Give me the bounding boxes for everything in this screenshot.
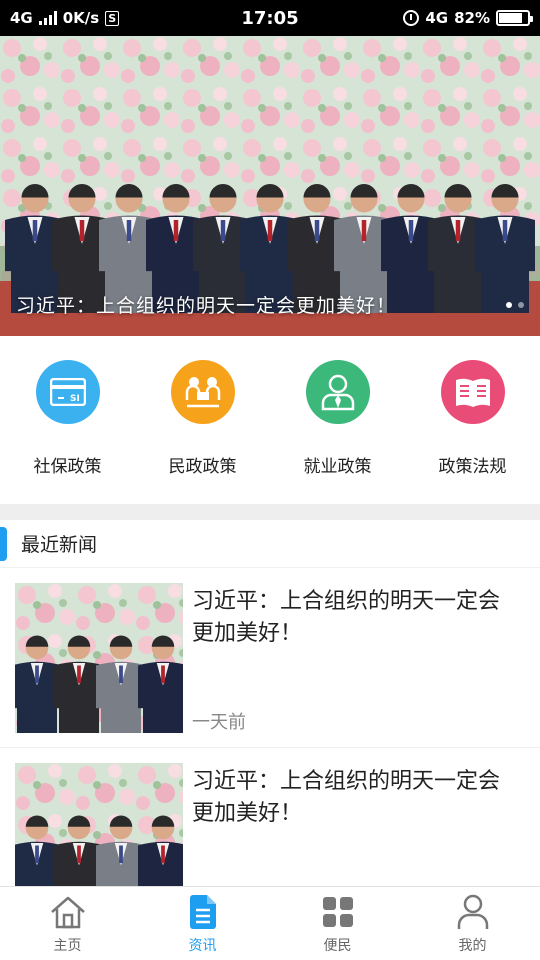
signal-icon	[38, 11, 57, 25]
tab-label: 资讯	[188, 938, 217, 954]
category-label: 就业政策	[303, 457, 372, 477]
news-title: 习近平：上合组织的明天一定会更加美好！	[192, 769, 501, 826]
battery-icon	[496, 10, 533, 26]
bottom-tab-bar: 主页 资讯 便民 我的	[0, 886, 540, 960]
employee-icon	[305, 360, 370, 424]
meeting-people-icon	[170, 360, 235, 424]
news-timestamp: 一天前	[192, 712, 246, 733]
section-divider	[0, 504, 540, 520]
user-icon	[453, 893, 493, 931]
carousel-indicator	[506, 302, 524, 308]
battery-percent: 82%	[454, 9, 490, 27]
carousel-dot[interactable]	[506, 302, 512, 308]
banner-caption[interactable]: 习近平：上合组织的明天一定会更加美好！	[16, 291, 396, 318]
news-thumbnail	[15, 583, 183, 733]
tab-label: 我的	[458, 938, 487, 954]
category-label: 社保政策	[33, 457, 102, 477]
category-policy-regulations[interactable]: 政策法规	[405, 336, 540, 504]
category-social-security[interactable]: SI 社保政策	[0, 336, 135, 504]
grid-apps-icon	[318, 893, 358, 931]
status-bar: 4G 0K/s S 17:05 4G 82%	[0, 0, 540, 36]
news-section-title: 最近新闻	[21, 534, 98, 556]
category-label: 政策法规	[438, 457, 507, 477]
network-type: 4G	[10, 9, 33, 27]
category-employment[interactable]: 就业政策	[270, 336, 405, 504]
news-section-header: 最近新闻	[0, 520, 540, 568]
news-list-item[interactable]: 习近平：上合组织的明天一定会更加美好！ 一天前	[0, 568, 540, 748]
home-icon	[48, 893, 88, 931]
network-speed: 0K/s	[62, 9, 100, 27]
book-icon	[440, 360, 505, 424]
banner-carousel[interactable]: 习近平：上合组织的明天一定会更加美好！	[0, 36, 540, 336]
social-security-card-icon: SI	[35, 360, 100, 424]
tab-profile[interactable]: 我的	[405, 887, 540, 960]
tab-label: 便民	[323, 938, 352, 954]
alarm-icon	[403, 10, 420, 26]
section-accent-bar	[0, 526, 7, 561]
network-type-right: 4G	[425, 9, 449, 27]
news-title: 习近平：上合组织的明天一定会更加美好！	[192, 589, 501, 646]
news-document-icon	[183, 893, 223, 931]
svg-text:SI: SI	[70, 394, 80, 404]
category-civil-affairs[interactable]: 民政政策	[135, 336, 270, 504]
tab-home[interactable]: 主页	[0, 887, 135, 960]
tab-news[interactable]: 资讯	[135, 887, 270, 960]
category-grid: SI 社保政策 民政政策 就业政策 政策法规	[0, 336, 540, 504]
carousel-dot[interactable]	[518, 302, 524, 308]
category-label: 民政政策	[168, 457, 237, 477]
tab-services[interactable]: 便民	[270, 887, 405, 960]
s-badge-icon: S	[105, 10, 120, 26]
tab-label: 主页	[53, 938, 82, 954]
